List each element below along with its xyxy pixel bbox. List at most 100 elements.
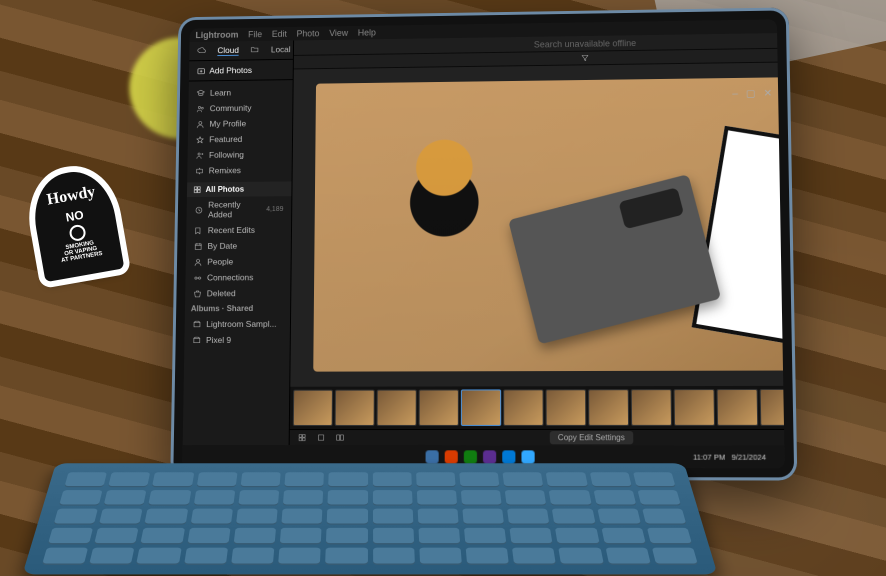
filmstrip-thumb[interactable] [335, 390, 375, 426]
keyboard-key [104, 490, 147, 505]
filmstrip-thumb[interactable] [631, 389, 672, 426]
collection-connections[interactable]: Connections [185, 269, 290, 285]
close-button[interactable]: ✕ [763, 88, 772, 99]
sidebar-item-featured[interactable]: Featured [188, 131, 292, 148]
keyboard-key [327, 509, 368, 525]
filmstrip-thumb[interactable] [503, 389, 544, 426]
folder-icon [250, 45, 259, 54]
taskbar-app[interactable] [464, 450, 477, 463]
taskbar-app[interactable] [502, 450, 515, 463]
keyboard-key [278, 548, 321, 565]
album-item[interactable]: Pixel 9 [184, 332, 290, 348]
keyboard-key [280, 528, 322, 545]
filmstrip-thumb[interactable] [293, 390, 333, 426]
minimize-button[interactable]: – [732, 89, 738, 100]
keyboard-key [464, 528, 507, 545]
copy-settings-button[interactable]: Copy Edit Settings [550, 431, 633, 444]
album-item[interactable]: Lightroom Sampl... [185, 316, 290, 332]
keyboard-key [461, 490, 502, 505]
keyboard-key [283, 490, 324, 505]
sidebar-item-learn[interactable]: Learn [189, 84, 293, 101]
tab-cloud[interactable]: Cloud [217, 45, 239, 56]
filmstrip[interactable] [290, 386, 785, 429]
tray-date[interactable]: 9/21/2024 [731, 452, 766, 461]
add-photos-button[interactable]: Add Photos [189, 60, 293, 82]
tray-time[interactable]: 11:07 PM [693, 452, 726, 461]
keyboard-key [328, 490, 368, 505]
filmstrip-thumb[interactable] [377, 390, 417, 426]
menu-view[interactable]: View [329, 28, 348, 38]
keyboard-key [510, 528, 553, 545]
keyboard-key [373, 528, 414, 545]
filmstrip-thumb[interactable] [674, 389, 715, 426]
filmstrip-thumb[interactable] [419, 389, 459, 425]
keyboard-key [637, 490, 681, 505]
taskbar-app[interactable] [445, 450, 458, 463]
center-pane: Search unavailable offline [290, 32, 785, 446]
sidebar-item-my profile[interactable]: My Profile [188, 115, 292, 132]
keyboard-key [417, 490, 458, 505]
community-icon [196, 104, 205, 113]
collection-icon [193, 273, 202, 282]
cloud-icon [197, 46, 206, 55]
filmstrip-thumb[interactable] [461, 389, 501, 426]
collection-recently added[interactable]: Recently Added 4,189 [186, 196, 291, 222]
keyboard-key [108, 472, 150, 487]
keyboard-key [284, 472, 324, 487]
menu-photo[interactable]: Photo [297, 29, 320, 39]
app-name: Lightroom [195, 30, 238, 40]
keyboard-key [503, 472, 544, 487]
filmstrip-thumb[interactable] [717, 389, 759, 426]
collection-people[interactable]: People [186, 253, 291, 269]
keyboard-key [373, 548, 415, 565]
learn-icon [196, 89, 205, 98]
maximize-button[interactable]: ▢ [746, 89, 756, 100]
collection-by date[interactable]: By Date [186, 237, 291, 254]
filmstrip-thumb[interactable] [760, 389, 785, 426]
keyboard-key [42, 548, 88, 565]
grid-icon [193, 185, 202, 194]
taskbar-app[interactable] [426, 450, 439, 463]
all-photos-header[interactable]: All Photos [187, 181, 292, 197]
keyboard-key [54, 509, 99, 525]
sidebar-item-following[interactable]: Following [188, 146, 292, 163]
current-photo [314, 77, 785, 372]
sidebar-item-community[interactable]: Community [188, 99, 292, 116]
keyboard-key [231, 548, 274, 565]
keyboard-key [240, 472, 280, 487]
taskbar-app[interactable] [483, 450, 496, 463]
keyboard-key [418, 528, 460, 545]
keyboard-key [372, 490, 412, 505]
keyboard-key [99, 509, 143, 525]
keyboard-key [589, 472, 631, 487]
filmstrip-thumb[interactable] [588, 389, 629, 426]
taskbar-app[interactable] [521, 450, 534, 463]
menu-edit[interactable]: Edit [272, 29, 287, 39]
filmstrip-thumb[interactable] [546, 389, 587, 426]
keyboard-key [325, 548, 367, 565]
albums-header[interactable]: Albums · Shared [185, 301, 290, 316]
keyboard-key [559, 548, 604, 565]
keyboard-key [372, 509, 413, 525]
funnel-icon [580, 54, 590, 63]
collection-icon [194, 257, 203, 266]
menu-help[interactable]: Help [358, 28, 376, 38]
keyboard-key [462, 509, 504, 525]
photo-viewer[interactable] [290, 61, 784, 387]
keyboard-key [505, 490, 547, 505]
album-icon [192, 336, 201, 345]
keyboard-key [647, 528, 692, 545]
keyboard-key [152, 472, 194, 487]
grid-view-icon[interactable] [298, 433, 307, 442]
compare-view-icon[interactable] [335, 433, 344, 442]
sidebar-item-remixes[interactable]: Remixes [187, 162, 292, 179]
collection-deleted[interactable]: Deleted [185, 285, 290, 301]
collection-recent edits[interactable]: Recent Edits [186, 222, 291, 239]
keyboard-key [59, 490, 103, 505]
keyboard-key [417, 509, 458, 525]
keyboard-key [190, 509, 233, 525]
keyboard-key [549, 490, 591, 505]
tab-local[interactable]: Local [271, 44, 291, 55]
single-view-icon[interactable] [317, 433, 326, 442]
menu-file[interactable]: File [248, 29, 262, 39]
